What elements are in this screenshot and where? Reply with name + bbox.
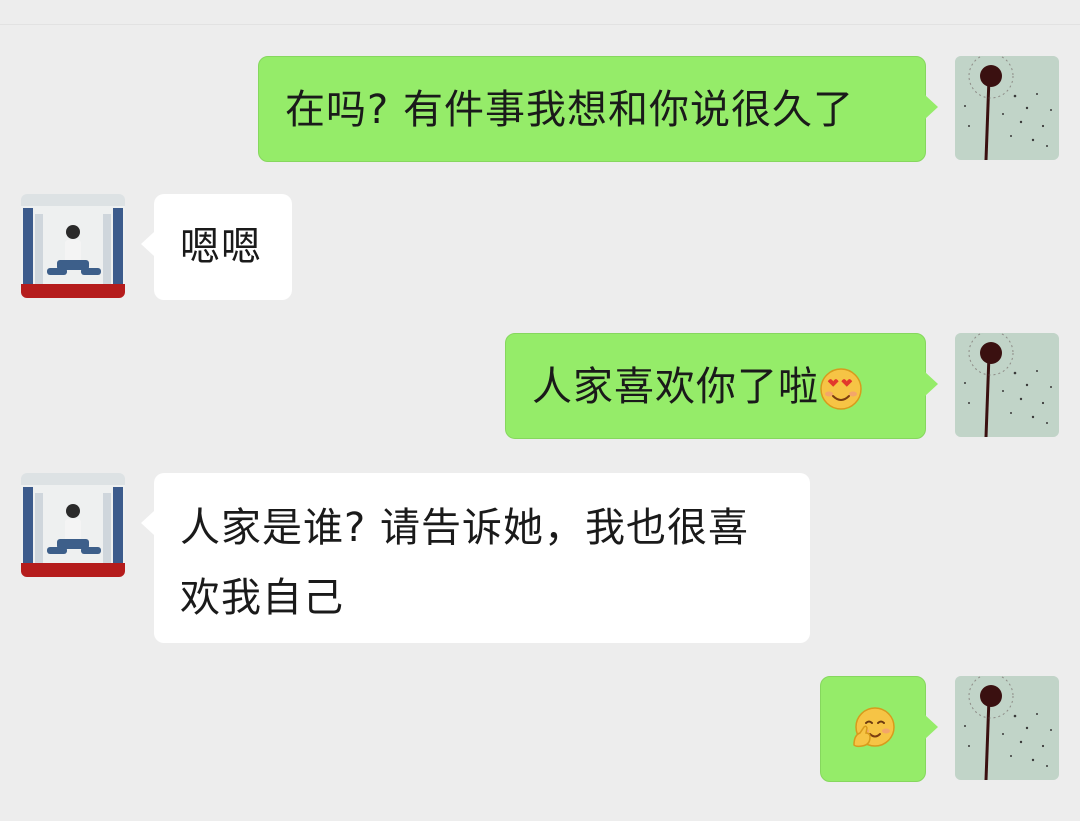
message-bubble[interactable]: 嗯嗯 [141, 194, 292, 300]
message-text: 人家喜欢你了啦 [532, 364, 819, 410]
heart-eyes-smile-emoji-icon [819, 367, 863, 411]
message-bubble[interactable]: 人家喜欢你了啦 [505, 333, 938, 439]
message-bubble[interactable]: 在吗? 有件事我想和你说很久了 [258, 56, 938, 162]
message-text-line: 人家是谁? 请告诉她，我也很喜 [180, 505, 749, 551]
dandelion-photo-avatar-icon [955, 56, 1059, 160]
message-bubble[interactable]: 人家是谁? 请告诉她，我也很喜 欢我自己 [141, 473, 810, 643]
message-text-line: 欢我自己 [180, 575, 344, 621]
self-avatar[interactable] [955, 56, 1059, 160]
self-avatar[interactable] [955, 333, 1059, 437]
person-sitting-photo-avatar-icon [21, 194, 125, 298]
shy-hand-face-emoji-icon [849, 705, 897, 753]
top-divider [0, 24, 1080, 25]
message-bubble[interactable] [820, 676, 938, 782]
dandelion-photo-avatar-icon [955, 676, 1059, 780]
person-sitting-photo-avatar-icon [21, 473, 125, 577]
contact-avatar[interactable] [21, 194, 125, 298]
message-text: 在吗? 有件事我想和你说很久了 [285, 87, 854, 133]
contact-avatar[interactable] [21, 473, 125, 577]
dandelion-photo-avatar-icon [955, 333, 1059, 437]
message-text: 嗯嗯 [180, 224, 262, 270]
self-avatar[interactable] [955, 676, 1059, 780]
